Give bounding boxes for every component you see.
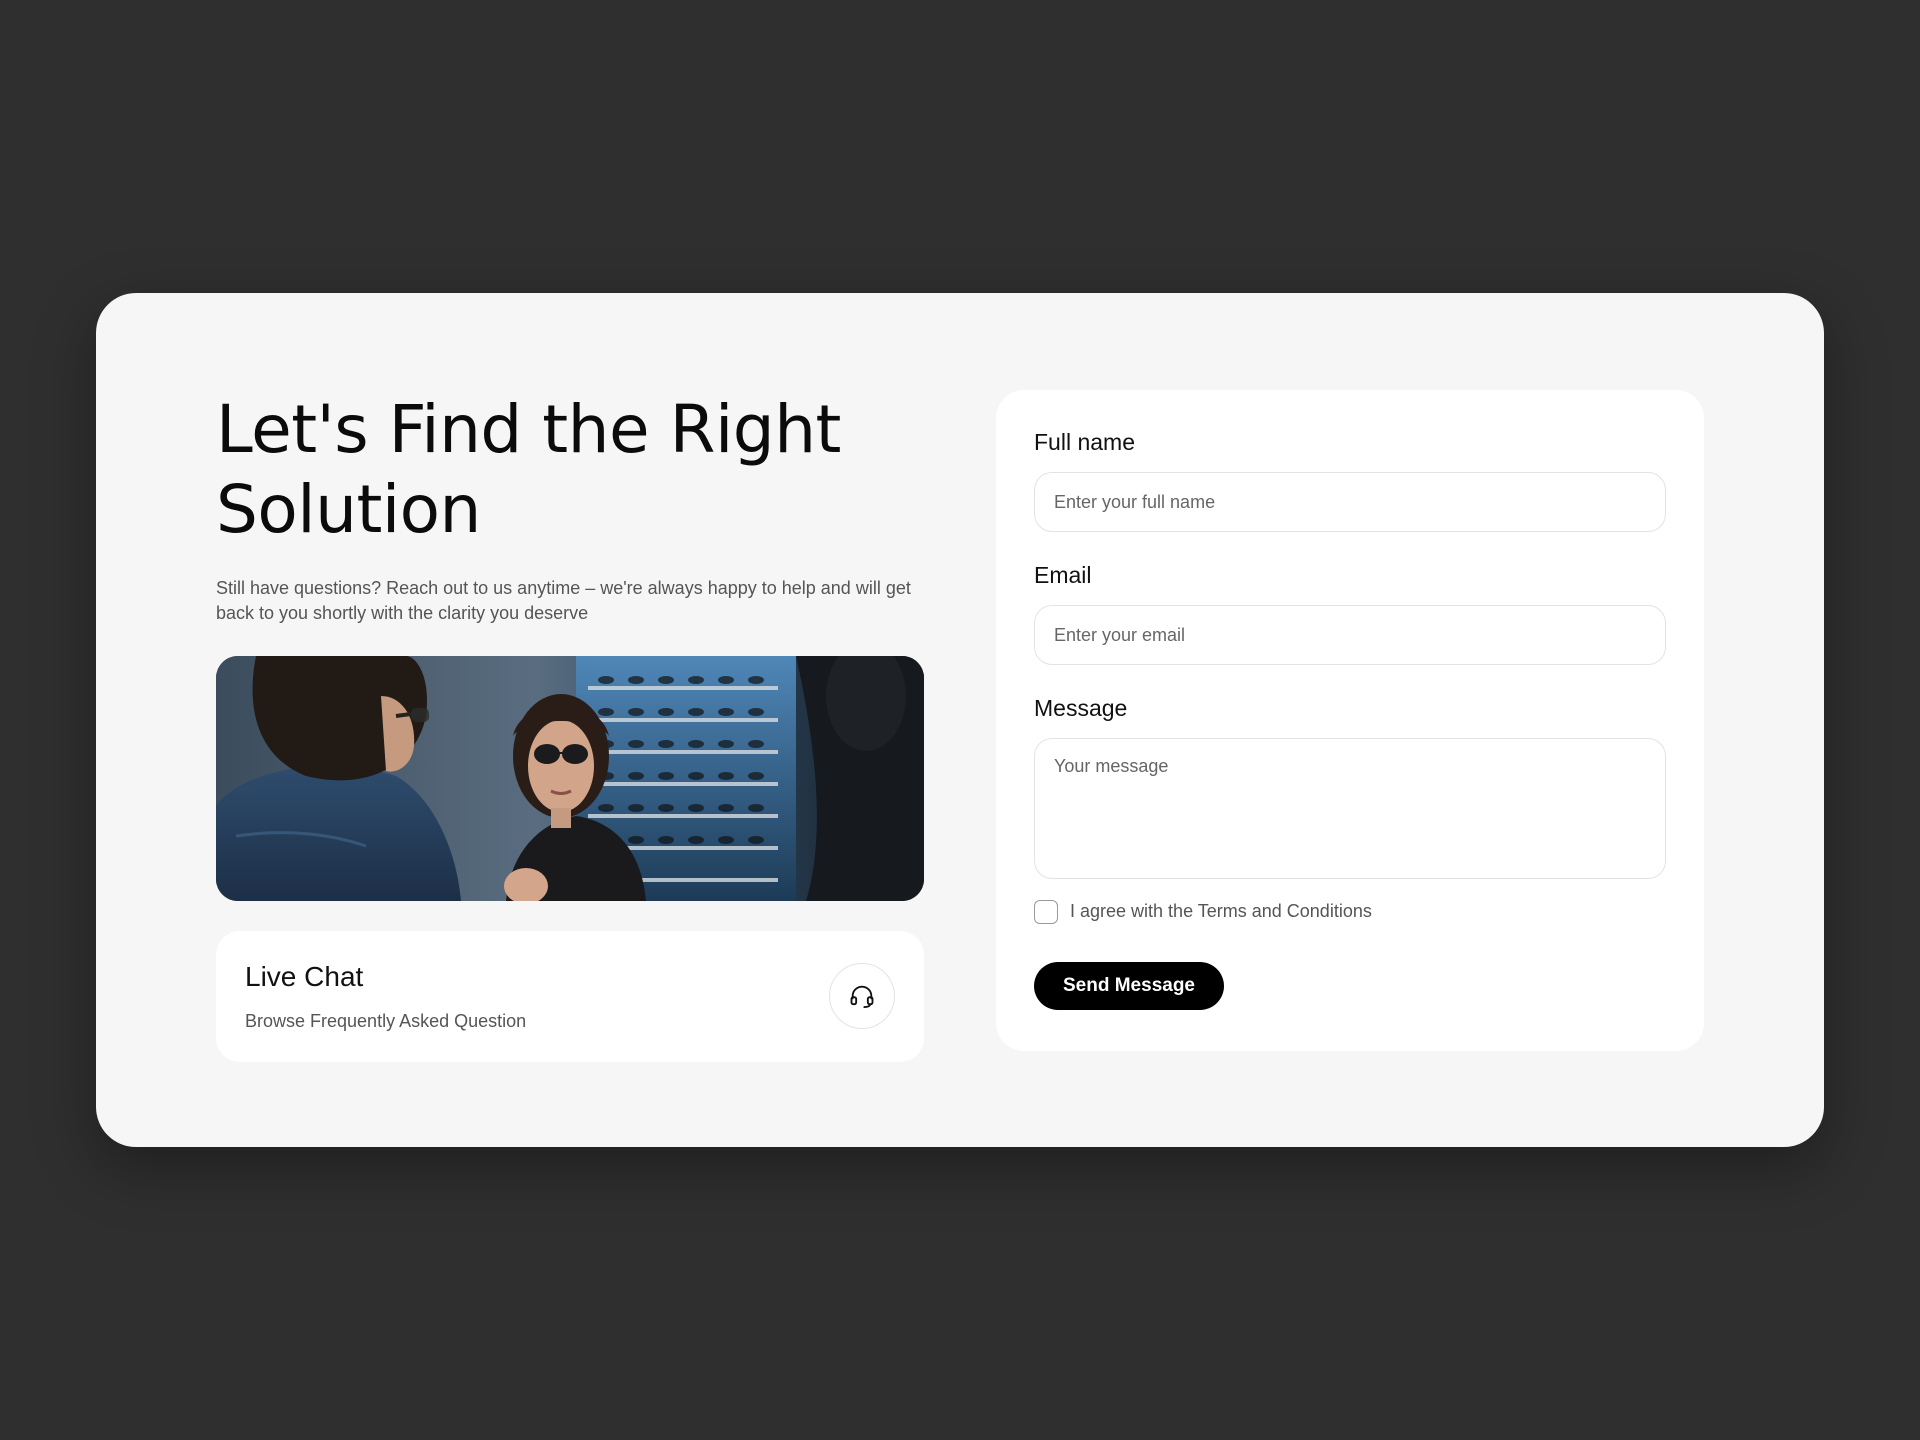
message-label: Message xyxy=(1034,695,1128,721)
terms-label[interactable]: I agree with the Terms and Conditions xyxy=(1070,901,1372,922)
page-title: Let's Find the Right Solution xyxy=(216,390,924,550)
terms-checkbox[interactable] xyxy=(1034,900,1058,924)
live-chat-button[interactable] xyxy=(829,963,895,1029)
page-title-line-1: Let's Find the Right xyxy=(216,391,841,468)
full-name-label: Full name xyxy=(1034,429,1135,455)
live-chat-subtitle[interactable]: Browse Frequently Asked Question xyxy=(245,1011,526,1032)
contact-intro: Let's Find the Right Solution Still have… xyxy=(216,390,924,1062)
contact-card: Let's Find the Right Solution Still have… xyxy=(96,293,1824,1147)
hero-image xyxy=(216,656,924,901)
headset-icon xyxy=(850,985,874,1009)
full-name-input[interactable] xyxy=(1034,472,1666,532)
sunglasses-shop-photo xyxy=(216,656,924,901)
live-chat-title: Live Chat xyxy=(245,961,364,992)
send-message-button[interactable]: Send Message xyxy=(1034,962,1224,1010)
email-label: Email xyxy=(1034,562,1092,588)
message-textarea[interactable] xyxy=(1034,738,1666,879)
page-title-line-2: Solution xyxy=(216,471,481,548)
live-chat-card[interactable]: Live Chat Browse Frequently Asked Questi… xyxy=(216,931,924,1062)
email-input[interactable] xyxy=(1034,605,1666,665)
intro-text: Still have questions? Reach out to us an… xyxy=(216,578,911,623)
contact-form: Full name Email Message I agree with the… xyxy=(996,390,1704,1051)
